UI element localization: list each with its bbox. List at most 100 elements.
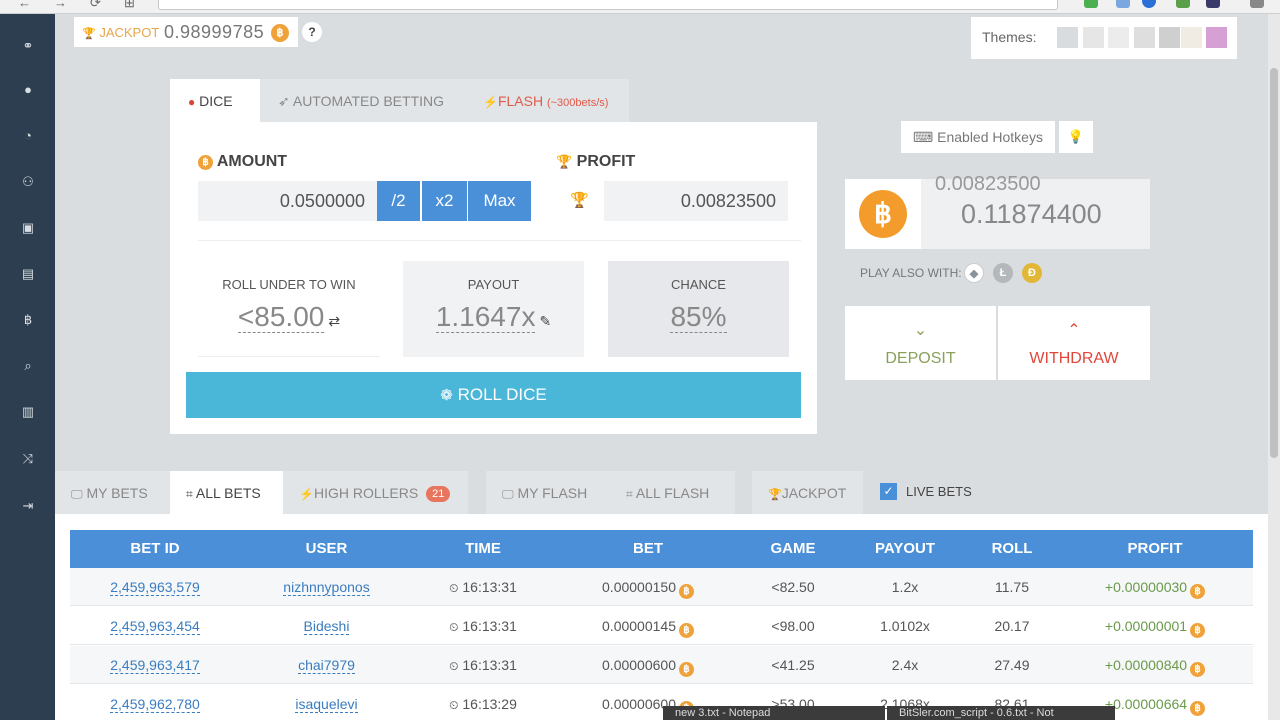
column-header[interactable]: BET ID [70,530,240,568]
image-icon[interactable]: ▤ [17,263,39,285]
theme-swatch[interactable] [1134,27,1155,48]
live-bets-checkbox[interactable]: ✓ [880,483,897,500]
halve-button[interactable]: /2 [377,181,420,221]
bet-game: <41.25 [771,657,815,673]
bet-id-link[interactable]: 2,459,962,780 [110,696,200,713]
dice-panel: ฿ AMOUNT 0.0500000 /2 x2 Max 🏆 PROFIT 🏆 … [170,122,817,434]
apps-icon[interactable]: ⊞ [124,0,135,11]
dice-icon: ❁ [440,387,453,404]
shuffle-icon[interactable]: ⤨ [17,448,39,470]
double-button[interactable]: x2 [422,181,467,221]
litecoin-icon[interactable]: Ł [993,263,1013,283]
bet-profit: +0.00000840 [1104,657,1188,673]
tab-my-bets[interactable]: 🖵 MY BETS [55,471,170,515]
bet-amount: 0.00000600 [602,657,676,673]
dogecoin-icon[interactable]: Ð [1022,263,1042,283]
extension-icon[interactable] [1084,0,1098,8]
logout-icon[interactable]: ⇥ [17,495,39,517]
bitcoin-icon: ฿ [271,24,289,42]
payout-value[interactable]: 1.1647x [435,301,536,333]
hotkeys-button[interactable]: ⌨ Enabled Hotkeys [901,121,1055,153]
trophy-icon: 🏆 [768,489,782,501]
extension-icon[interactable] [1206,0,1220,8]
user-icon[interactable]: ● [17,79,39,101]
link-icon[interactable]: ⚭ [17,35,39,57]
trophy-icon: 🏆 [570,192,589,209]
theme-swatch[interactable] [1057,27,1078,48]
theme-swatch[interactable] [1181,27,1202,48]
clock-icon: ⏲ [449,659,459,673]
tab-jackpot[interactable]: 🏆JACKPOT [752,471,863,515]
sidebar: ⚭ ● ◔ ⚇ ▣ ▤ ฿ ⌕ ▥ ⤨ ⇥ [0,14,55,720]
extension-icon[interactable] [1116,0,1130,8]
user-link[interactable]: nizhnnyponos [283,579,370,596]
swap-icon[interactable]: ⇄ [328,313,340,329]
max-button[interactable]: Max [468,181,531,221]
taskbar-notepad-script[interactable]: BitSler.com_script - 0.6.txt - Not [887,706,1115,720]
user-link[interactable]: chai7979 [298,657,355,674]
bet-id-link[interactable]: 2,459,963,579 [110,579,200,596]
help-button[interactable]: ? [302,22,322,42]
tab-high-rollers[interactable]: ⚡HIGH ROLLERS 21 [283,471,468,515]
tab-automated-betting[interactable]: ➶ AUTOMATED BETTING [260,79,465,123]
deposit-button[interactable]: ⌄ DEPOSIT [845,306,996,380]
tab-all-bets[interactable]: ⌗ ALL BETS [170,471,283,515]
column-header[interactable]: BET [553,530,743,568]
back-icon[interactable]: ← [18,0,31,10]
taskbar-notepad[interactable]: new 3.txt - Notepad [663,706,885,720]
column-header[interactable]: PROFIT [1057,530,1253,568]
user-link[interactable]: Bideshi [303,618,350,635]
chance-value[interactable]: 85% [670,301,727,333]
reload-icon[interactable]: ⟳ [90,0,101,11]
payout-box[interactable]: PAYOUT 1.1647x ✎ [403,261,584,357]
tab-flash[interactable]: ⚡FLASH (~300bets/s) [465,79,629,123]
tab-dice[interactable]: ● DICE [170,79,260,123]
column-header[interactable]: GAME [743,530,843,568]
bitcoin-icon: ฿ [1190,662,1206,677]
roll-under-box[interactable]: ROLL UNDER TO WIN <85.00 ⇄ [198,261,380,357]
lightbulb-icon[interactable]: 💡 [1059,121,1093,153]
address-bar[interactable] [158,0,1058,10]
theme-swatch[interactable] [1206,27,1227,48]
profit-input[interactable]: 0.00823500 [604,181,788,221]
bitcoin-icon[interactable]: ฿ [17,309,39,331]
theme-swatch[interactable] [1083,27,1104,48]
page-scrollbar[interactable] [1268,14,1280,720]
inbox-icon[interactable]: ▣ [17,217,39,239]
menu-icon[interactable] [1250,0,1264,8]
column-header[interactable]: TIME [413,530,553,568]
search-icon[interactable]: ⌕ [17,355,39,377]
tab-my-flash[interactable]: 🖵 MY FLASH [486,471,610,515]
column-header[interactable]: USER [240,530,413,568]
theme-swatch[interactable] [1159,27,1180,48]
users-icon[interactable]: ⚇ [17,171,39,193]
roll-dice-button[interactable]: ❁ ROLL DICE [186,372,801,418]
ethereum-icon[interactable]: ◆ [964,263,984,283]
chance-box[interactable]: CHANCE 85% [608,261,789,357]
extension-icon[interactable] [1176,0,1190,8]
monitor-icon: 🖵 [502,487,514,501]
extension-icon[interactable] [1142,0,1156,8]
user-link[interactable]: isaquelevi [295,696,358,713]
dice-icon: ● [188,95,196,109]
column-header[interactable]: ROLL [967,530,1057,568]
bet-time: 16:13:31 [462,579,517,595]
live-bets-label: LIVE BETS [906,484,972,499]
amount-input[interactable]: 0.0500000 [198,181,377,221]
rocket-icon: ➶ [278,93,290,109]
withdraw-button[interactable]: ⌃ WITHDRAW [998,306,1150,380]
balance-value: 0.11874400 [961,199,1102,229]
bet-id-link[interactable]: 2,459,963,417 [110,657,200,674]
bet-id-link[interactable]: 2,459,963,454 [110,618,200,635]
tab-all-flash[interactable]: ⌗ ALL FLASH [610,471,735,515]
book-icon[interactable]: ▥ [17,401,39,423]
theme-swatch[interactable] [1108,27,1129,48]
column-header[interactable]: PAYOUT [843,530,967,568]
bet-profit: +0.00000030 [1104,579,1188,595]
pencil-icon[interactable]: ✎ [539,313,551,329]
forward-icon[interactable]: → [54,0,67,10]
bet-payout: 1.0102x [880,618,930,634]
pie-chart-icon[interactable]: ◔ [17,125,39,147]
scroll-thumb[interactable] [1270,68,1278,458]
roll-under-value[interactable]: <85.00 [237,301,325,333]
